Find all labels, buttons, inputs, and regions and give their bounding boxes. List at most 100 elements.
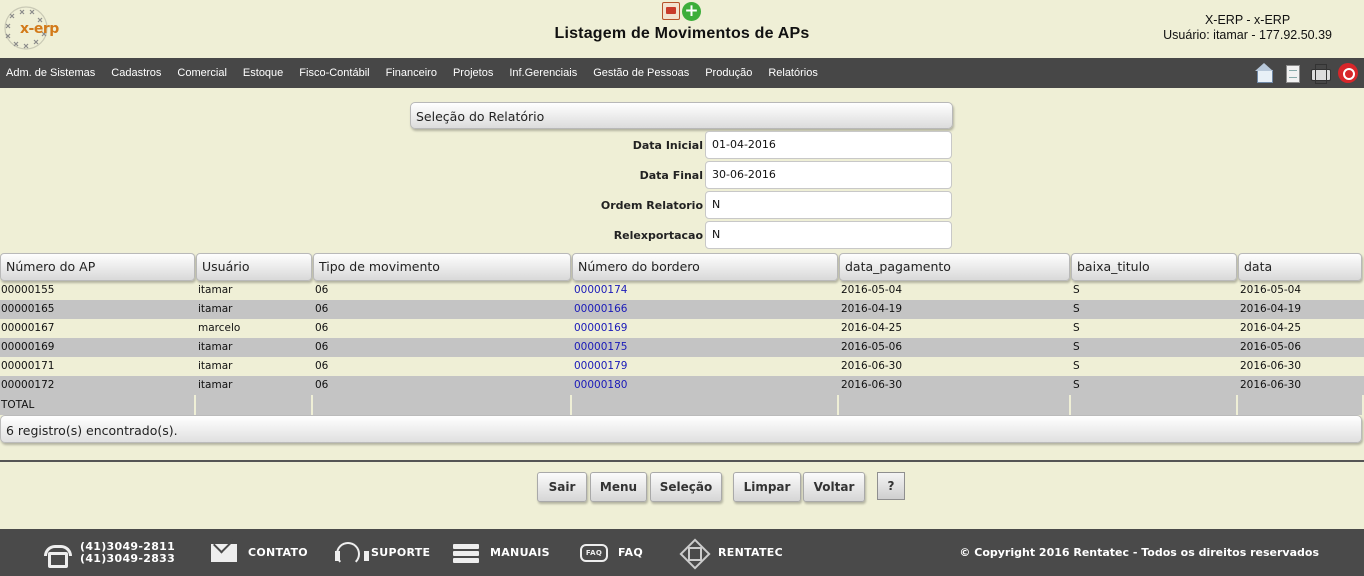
cell-numero-ap: 00000169 <box>1 341 55 353</box>
cell-baixa-titulo: S <box>1073 322 1080 334</box>
column-header-numero-bordero[interactable]: Número do bordero <box>572 253 838 281</box>
field-ordem-relatorio: Ordem Relatorio N <box>410 191 953 219</box>
column-header-baixa-titulo[interactable]: baixa_titulo <box>1071 253 1237 281</box>
menu-item-fisco-contabil[interactable]: Fisco-Contábil <box>299 67 369 79</box>
help-button[interactable]: ? <box>877 472 905 500</box>
phone-2: (41)3049-2833 <box>80 551 176 565</box>
footer-faq[interactable]: FAQ FAQ <box>580 529 643 576</box>
power-icon[interactable] <box>1338 63 1358 83</box>
record-count: 6 registro(s) encontrado(s). <box>6 423 178 438</box>
voltar-button[interactable]: Voltar <box>803 472 865 502</box>
contato-label: CONTATO <box>248 546 308 559</box>
total-cell <box>839 395 1071 415</box>
field-data-final: Data Final 30-06-2016 <box>410 161 953 189</box>
top-actions: + <box>662 2 701 22</box>
footer-phone[interactable]: (41)3049-2811 (41)3049-2833 <box>42 529 175 576</box>
ordem-relatorio-input[interactable]: N <box>705 191 952 219</box>
menu-item-cadastros[interactable]: Cadastros <box>111 67 161 79</box>
menu-item-adm-sistemas[interactable]: Adm. de Sistemas <box>6 67 95 79</box>
print-icon[interactable] <box>1310 62 1331 84</box>
cell-tipo-movimento: 06 <box>315 322 329 334</box>
selecao-button[interactable]: Seleção <box>650 472 722 502</box>
cell-data-pagamento: 2016-06-30 <box>841 360 903 372</box>
cell-data-pagamento: 2016-05-04 <box>841 284 903 296</box>
cell-usuario: itamar <box>198 379 233 391</box>
menu-icons <box>1254 62 1358 84</box>
cell-data: 2016-06-30 <box>1240 379 1302 391</box>
manuais-label: MANUAIS <box>490 546 550 559</box>
menu-item-gestao-pessoas[interactable]: Gestão de Pessoas <box>593 67 689 79</box>
cell-data: 2016-04-25 <box>1240 322 1302 334</box>
table-row: 00000171 itamar 06 00000179 2016-06-30 S… <box>0 357 1364 376</box>
cell-tipo-movimento: 06 <box>315 303 329 315</box>
data-inicial-input[interactable]: 01-04-2016 <box>705 131 952 159</box>
total-cell <box>196 395 313 415</box>
menu-item-inf-gerenciais[interactable]: Inf.Gerenciais <box>509 67 577 79</box>
phone-numbers: (41)3049-2811 (41)3049-2833 <box>80 539 176 565</box>
home-icon[interactable] <box>1254 62 1274 84</box>
menu-item-financeiro[interactable]: Financeiro <box>386 67 437 79</box>
column-header-numero-ap[interactable]: Número do AP <box>0 253 195 281</box>
relexportacao-input[interactable]: N <box>705 221 952 249</box>
menu-button[interactable]: Menu <box>590 472 647 502</box>
bordero-link[interactable]: 00000166 <box>574 300 627 319</box>
suporte-label: SUPORTE <box>371 546 431 559</box>
document-icon[interactable] <box>1282 62 1302 84</box>
phone-1: (41)3049-2811 <box>80 539 176 553</box>
column-header-usuario[interactable]: Usuário <box>196 253 312 281</box>
cell-numero-ap: 00000171 <box>1 360 55 372</box>
faq-icon: FAQ <box>580 543 608 562</box>
footer-suporte[interactable]: SUPORTE <box>333 529 430 576</box>
system-info: X-ERP - x-ERP Usuário: itamar - 177.92.5… <box>1163 13 1332 43</box>
cell-usuario: itamar <box>198 341 233 353</box>
pdf-export-icon[interactable] <box>662 2 680 20</box>
system-name: X-ERP - x-ERP <box>1204 13 1291 27</box>
field-data-inicial: Data Inicial 01-04-2016 <box>410 131 953 159</box>
table-row: 00000172 itamar 06 00000180 2016-06-30 S… <box>0 376 1364 395</box>
limpar-button[interactable]: Limpar <box>733 472 801 502</box>
bordero-link[interactable]: 00000175 <box>574 338 627 357</box>
selection-panel-header: Seleção do Relatório <box>410 102 953 129</box>
footer-contato[interactable]: CONTATO <box>210 529 308 576</box>
bordero-link[interactable]: 00000169 <box>574 319 627 338</box>
copyright: © Copyright 2016 Rentatec - Todos os dir… <box>959 546 1319 559</box>
column-header-tipo-movimento[interactable]: Tipo de movimento <box>313 253 571 281</box>
data-final-input[interactable]: 30-06-2016 <box>705 161 952 189</box>
add-icon[interactable]: + <box>682 2 701 21</box>
footer-manuais[interactable]: MANUAIS <box>452 529 550 576</box>
sair-button[interactable]: Sair <box>537 472 587 502</box>
cell-tipo-movimento: 06 <box>315 360 329 372</box>
column-header-data-pagamento[interactable]: data_pagamento <box>839 253 1070 281</box>
header: x-erp + Listagem de Movimentos de APs X-… <box>0 0 1364 58</box>
table-row: 00000167 marcelo 06 00000169 2016-04-25 … <box>0 319 1364 338</box>
bordero-link[interactable]: 00000174 <box>574 281 627 300</box>
cell-data-pagamento: 2016-05-06 <box>841 341 903 353</box>
menu-item-relatorios[interactable]: Relatórios <box>768 67 818 79</box>
bordero-link[interactable]: 00000180 <box>574 376 627 395</box>
table-row: 00000169 itamar 06 00000175 2016-05-06 S… <box>0 338 1364 357</box>
footer-rentatec[interactable]: RENTATEC <box>680 529 783 576</box>
rentatec-label: RENTATEC <box>718 546 783 559</box>
field-label: Relexportacao <box>613 229 703 242</box>
mail-icon <box>210 541 238 565</box>
menu-item-estoque[interactable]: Estoque <box>243 67 283 79</box>
menu-item-comercial[interactable]: Comercial <box>177 67 227 79</box>
cell-usuario: marcelo <box>198 322 241 334</box>
page-title: Listagem de Movimentos de APs <box>554 25 810 42</box>
cell-tipo-movimento: 06 <box>315 284 329 296</box>
user-info: Usuário: itamar - 177.92.50.39 <box>1163 28 1332 42</box>
divider <box>0 460 1364 462</box>
cell-baixa-titulo: S <box>1073 360 1080 372</box>
cell-baixa-titulo: S <box>1073 303 1080 315</box>
cell-usuario: itamar <box>198 303 233 315</box>
headset-icon <box>333 541 369 566</box>
menu-item-producao[interactable]: Produção <box>705 67 752 79</box>
total-cell <box>313 395 572 415</box>
table-row: 00000155 itamar 06 00000174 2016-05-04 S… <box>0 281 1364 300</box>
bordero-link[interactable]: 00000179 <box>574 357 627 376</box>
menu-item-projetos[interactable]: Projetos <box>453 67 493 79</box>
cell-baixa-titulo: S <box>1073 379 1080 391</box>
total-cell <box>1238 395 1362 415</box>
cell-data: 2016-04-19 <box>1240 303 1302 315</box>
column-header-data[interactable]: data <box>1238 253 1362 281</box>
